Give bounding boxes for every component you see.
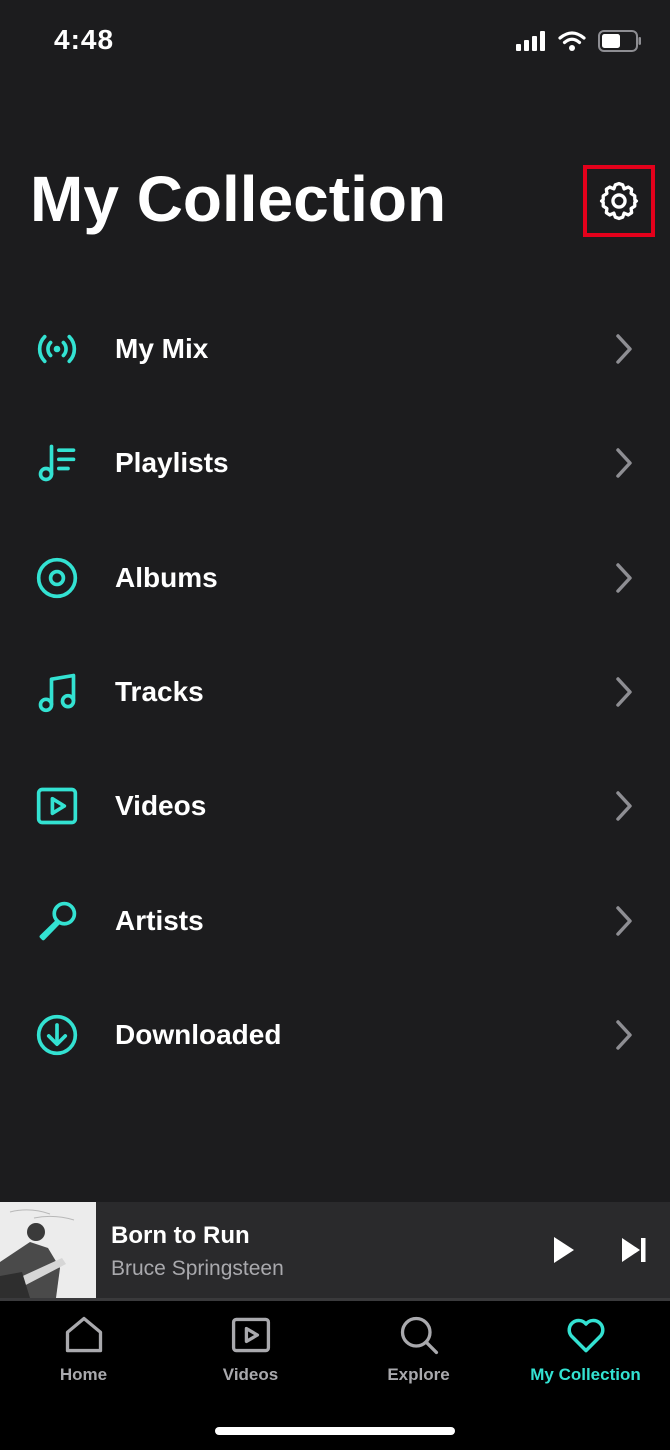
settings-button[interactable]: [583, 165, 655, 237]
page-title: My Collection: [30, 163, 447, 235]
status-bar: 4:48: [0, 0, 670, 84]
menu-item-videos[interactable]: Videos: [0, 749, 670, 863]
home-indicator: [215, 1427, 455, 1435]
menu-item-albums[interactable]: Albums: [0, 521, 670, 635]
chevron-right-icon: [616, 562, 632, 593]
menu-item-label: Downloaded: [115, 1018, 282, 1050]
album-art[interactable]: [0, 1202, 96, 1298]
skip-next-button[interactable]: [616, 1232, 652, 1268]
menu-item-label: My Mix: [115, 333, 209, 365]
chevron-right-icon: [616, 677, 632, 707]
menu-item-tracks[interactable]: Tracks: [0, 635, 670, 749]
wifi-icon: [558, 31, 586, 51]
album-icon: [35, 556, 79, 600]
chevron-right-icon: [616, 791, 632, 822]
battery-icon: [598, 30, 641, 52]
menu-item-label: Artists: [115, 904, 204, 936]
tab-home[interactable]: Home: [0, 1313, 167, 1393]
menu-item-label: Videos: [115, 790, 207, 822]
menu-item-my-mix[interactable]: My Mix: [0, 292, 670, 406]
music-note-icon: [35, 670, 79, 714]
status-icons: [516, 30, 642, 52]
status-time: 4:48: [54, 24, 115, 55]
video-tab-icon: [231, 1317, 270, 1353]
tab-videos[interactable]: Videos: [167, 1313, 334, 1393]
video-icon: [35, 784, 79, 828]
track-title: Born to Run: [111, 1222, 250, 1249]
menu-item-artists[interactable]: Artists: [0, 863, 670, 977]
chevron-right-icon: [616, 1020, 632, 1050]
home-icon: [65, 1316, 102, 1353]
tab-label: Explore: [387, 1365, 450, 1384]
menu-item-downloaded[interactable]: Downloaded: [0, 978, 670, 1092]
tab-my-collection[interactable]: My Collection: [502, 1313, 669, 1393]
broadcast-icon: [35, 327, 79, 371]
microphone-icon: [35, 899, 79, 943]
heart-icon: [567, 1318, 604, 1353]
chevron-right-icon: [616, 905, 632, 936]
menu-item-playlists[interactable]: Playlists: [0, 406, 670, 520]
tab-label: My Collection: [530, 1365, 641, 1384]
play-button[interactable]: [545, 1232, 581, 1268]
tab-label: Videos: [222, 1365, 279, 1384]
mini-player[interactable]: Born to Run Bruce Springsteen: [0, 1202, 670, 1298]
chevron-right-icon: [616, 448, 632, 479]
cellular-signal-icon: [516, 31, 545, 51]
search-icon: [400, 1316, 438, 1355]
tab-explore[interactable]: Explore: [335, 1313, 502, 1393]
menu-item-label: Playlists: [115, 447, 229, 479]
tab-label: Home: [59, 1365, 108, 1384]
menu-item-label: Albums: [115, 561, 218, 593]
gear-icon: [599, 181, 639, 221]
track-artist: Bruce Springsteen: [111, 1257, 284, 1280]
chevron-right-icon: [616, 334, 632, 364]
playlist-icon: [35, 441, 79, 485]
download-icon: [35, 1013, 79, 1057]
collection-menu: My Mix Playlists Albums Tracks Videos Ar…: [0, 292, 670, 1092]
menu-item-label: Tracks: [115, 676, 204, 708]
